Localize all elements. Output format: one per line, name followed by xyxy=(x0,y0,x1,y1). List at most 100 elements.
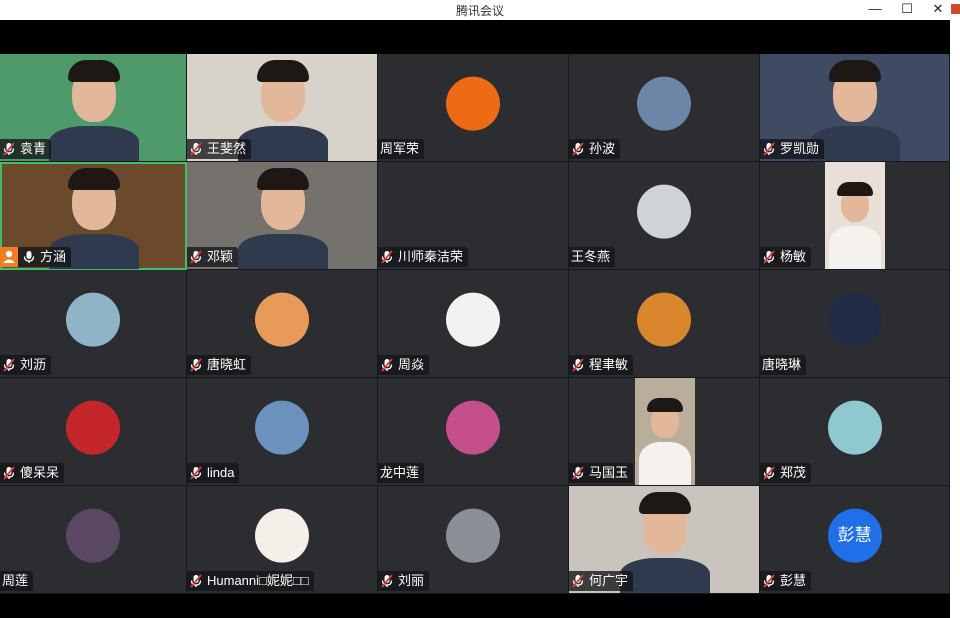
participant-name: 孙波 xyxy=(589,141,616,156)
participant-name: 周焱 xyxy=(398,357,425,372)
participant-name: 马国玉 xyxy=(589,465,629,480)
participant-name: 何广宇 xyxy=(589,573,629,588)
participant-tile[interactable]: 郑茂 xyxy=(760,378,950,486)
participant-name: 龙中莲 xyxy=(380,465,420,480)
participant-name: 罗凯勋 xyxy=(780,141,820,156)
avatar xyxy=(66,508,120,563)
participant-tile[interactable]: 罗凯勋 xyxy=(760,54,950,162)
participant-tile[interactable]: 马国玉 xyxy=(569,378,760,486)
title-bar: 腾讯会议 — ☐ ✕ xyxy=(0,0,960,20)
mic-muted-icon xyxy=(380,250,394,264)
mic-muted-icon xyxy=(189,250,203,264)
avatar xyxy=(255,292,309,347)
participant-name: linda xyxy=(207,465,235,480)
participant-name-label: 川师秦洁荣 xyxy=(378,247,469,267)
participant-name-label: 唐晓虹 xyxy=(187,355,252,375)
participant-name-label: 王冬燕 xyxy=(569,247,616,267)
mic-muted-icon xyxy=(380,574,394,588)
mic-muted-icon xyxy=(2,466,16,480)
avatar xyxy=(66,292,120,347)
participant-name: 唐晓琳 xyxy=(762,357,802,372)
meeting-bottom-bar xyxy=(0,594,950,618)
mic-icon xyxy=(22,250,36,264)
participant-tile[interactable]: 彭慧 彭慧 xyxy=(760,486,950,594)
participant-hair xyxy=(67,168,120,190)
participant-tile[interactable]: 川师秦洁荣 xyxy=(378,162,569,270)
participant-name-label: 周莲 xyxy=(0,571,34,591)
avatar: 彭慧 xyxy=(827,508,882,563)
participant-tile[interactable]: 龙中莲 xyxy=(378,378,569,486)
maximize-button[interactable]: ☐ xyxy=(892,0,922,20)
mic-muted-icon xyxy=(571,358,585,372)
participant-tile[interactable]: 周莲 xyxy=(0,486,187,594)
avatar xyxy=(827,292,882,347)
mic-muted-icon xyxy=(762,142,776,156)
participant-name: 刘沥 xyxy=(20,357,47,372)
participant-name: 周军荣 xyxy=(380,141,420,156)
participant-tile[interactable]: 唐晓虹 xyxy=(187,270,378,378)
participant-tile[interactable]: 周军荣 xyxy=(378,54,569,162)
mic-muted-icon xyxy=(762,250,776,264)
participant-hair xyxy=(646,398,683,412)
avatar xyxy=(637,292,691,347)
edge-app-icon xyxy=(951,4,960,14)
participant-tile[interactable]: 王斐然 xyxy=(187,54,378,162)
participant-name: 王斐然 xyxy=(207,141,247,156)
participant-name-label: 龙中莲 xyxy=(378,463,425,483)
participant-tile[interactable]: 邓颖 xyxy=(187,162,378,270)
participant-tile[interactable]: linda xyxy=(187,378,378,486)
participant-name-label: 傻呆呆 xyxy=(0,463,65,483)
mic-muted-icon xyxy=(380,358,394,372)
participant-tile[interactable]: 何广宇 xyxy=(569,486,760,594)
participant-tile[interactable]: 刘沥 xyxy=(0,270,187,378)
mic-muted-icon xyxy=(762,574,776,588)
participant-name-label: 王斐然 xyxy=(187,139,252,159)
participant-name-label: 彭慧 xyxy=(760,571,812,591)
participant-name: 川师秦洁荣 xyxy=(398,249,464,264)
participant-name: 唐晓虹 xyxy=(207,357,247,372)
mic-muted-icon xyxy=(2,358,16,372)
avatar xyxy=(255,400,309,455)
minimize-button[interactable]: — xyxy=(860,0,890,20)
avatar xyxy=(637,76,691,131)
participant-name: 郑茂 xyxy=(780,465,807,480)
meeting-top-bar xyxy=(0,20,950,54)
avatar xyxy=(255,508,309,563)
participant-name-label: 何广宇 xyxy=(569,571,634,591)
participant-tile[interactable]: 王冬燕 xyxy=(569,162,760,270)
close-button[interactable]: ✕ xyxy=(923,0,953,20)
participant-tile[interactable]: 傻呆呆 xyxy=(0,378,187,486)
participant-name-label: 杨敏 xyxy=(760,247,812,267)
participant-hair xyxy=(256,168,309,190)
window-title: 腾讯会议 xyxy=(455,4,504,18)
participant-tile[interactable]: 周焱 xyxy=(378,270,569,378)
participant-name: 傻呆呆 xyxy=(20,465,60,480)
participant-name: 程聿敏 xyxy=(589,357,629,372)
participant-name: 袁青 xyxy=(20,141,47,156)
avatar xyxy=(827,400,882,455)
participant-name-label: 郑茂 xyxy=(760,463,812,483)
participant-name-label: Humanni□妮妮□□ xyxy=(187,571,314,591)
participant-name: 刘丽 xyxy=(398,573,425,588)
avatar xyxy=(637,184,691,239)
participant-tile[interactable]: 方涵 xyxy=(0,162,187,270)
participant-tile[interactable]: 袁青 xyxy=(0,54,187,162)
participant-name: 周莲 xyxy=(2,573,29,588)
avatar xyxy=(66,400,120,455)
avatar xyxy=(446,76,500,131)
participant-tile[interactable]: 刘丽 xyxy=(378,486,569,594)
participant-tile[interactable]: 程聿敏 xyxy=(569,270,760,378)
participant-tile[interactable]: 孙波 xyxy=(569,54,760,162)
participant-tile[interactable]: Humanni□妮妮□□ xyxy=(187,486,378,594)
participant-tile[interactable]: 杨敏 xyxy=(760,162,950,270)
participant-body xyxy=(48,126,139,161)
participant-name-label: 孙波 xyxy=(569,139,621,159)
participant-tile[interactable]: 唐晓琳 xyxy=(760,270,950,378)
participant-name-label: 刘沥 xyxy=(0,355,52,375)
mic-muted-icon xyxy=(571,574,585,588)
participant-name-label: 罗凯勋 xyxy=(760,139,825,159)
avatar xyxy=(446,400,500,455)
participant-hair xyxy=(829,60,881,82)
mic-muted-icon xyxy=(762,466,776,480)
mic-muted-icon xyxy=(189,358,203,372)
